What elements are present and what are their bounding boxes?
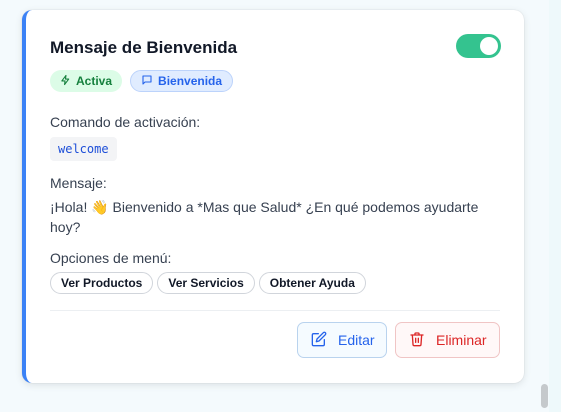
delete-button-label: Eliminar	[436, 332, 487, 348]
delete-button[interactable]: Eliminar	[395, 322, 500, 358]
menu-options-label: Opciones de menú:	[50, 250, 172, 266]
status-badge-label: Activa	[76, 74, 113, 88]
badge-row: Activa Bienvenida	[50, 70, 234, 92]
card-title: Mensaje de Bienvenida	[50, 38, 238, 57]
edit-icon	[311, 331, 327, 350]
toggle-knob	[480, 37, 498, 55]
menu-option-chip: Ver Productos	[50, 272, 154, 294]
auto-reply-card: Mensaje de Bienvenida Activa Bienvenida …	[22, 10, 524, 383]
category-badge-label: Bienvenida	[158, 74, 223, 88]
page-right-edge	[549, 0, 561, 412]
edit-button-label: Editar	[338, 332, 375, 348]
divider	[50, 310, 500, 311]
edit-button[interactable]: Editar	[297, 322, 387, 358]
lightning-icon	[60, 74, 71, 89]
message-text: ¡Hola! 👋 Bienvenido a *Mas que Salud* ¿E…	[50, 199, 479, 235]
enable-toggle[interactable]	[456, 34, 501, 58]
status-badge: Activa	[50, 70, 123, 92]
category-badge: Bienvenida	[130, 70, 234, 92]
menu-option-chip: Ver Servicios	[157, 272, 255, 294]
menu-options-list: Ver Productos Ver Servicios Obtener Ayud…	[50, 272, 366, 294]
message-square-icon	[141, 74, 153, 89]
command-label: Comando de activación:	[50, 114, 201, 130]
trash-icon	[409, 331, 425, 350]
message-label: Mensaje:	[50, 175, 107, 191]
menu-option-chip: Obtener Ayuda	[258, 272, 366, 294]
command-code: welcome	[50, 137, 117, 161]
scrollbar-thumb[interactable]	[541, 384, 548, 408]
